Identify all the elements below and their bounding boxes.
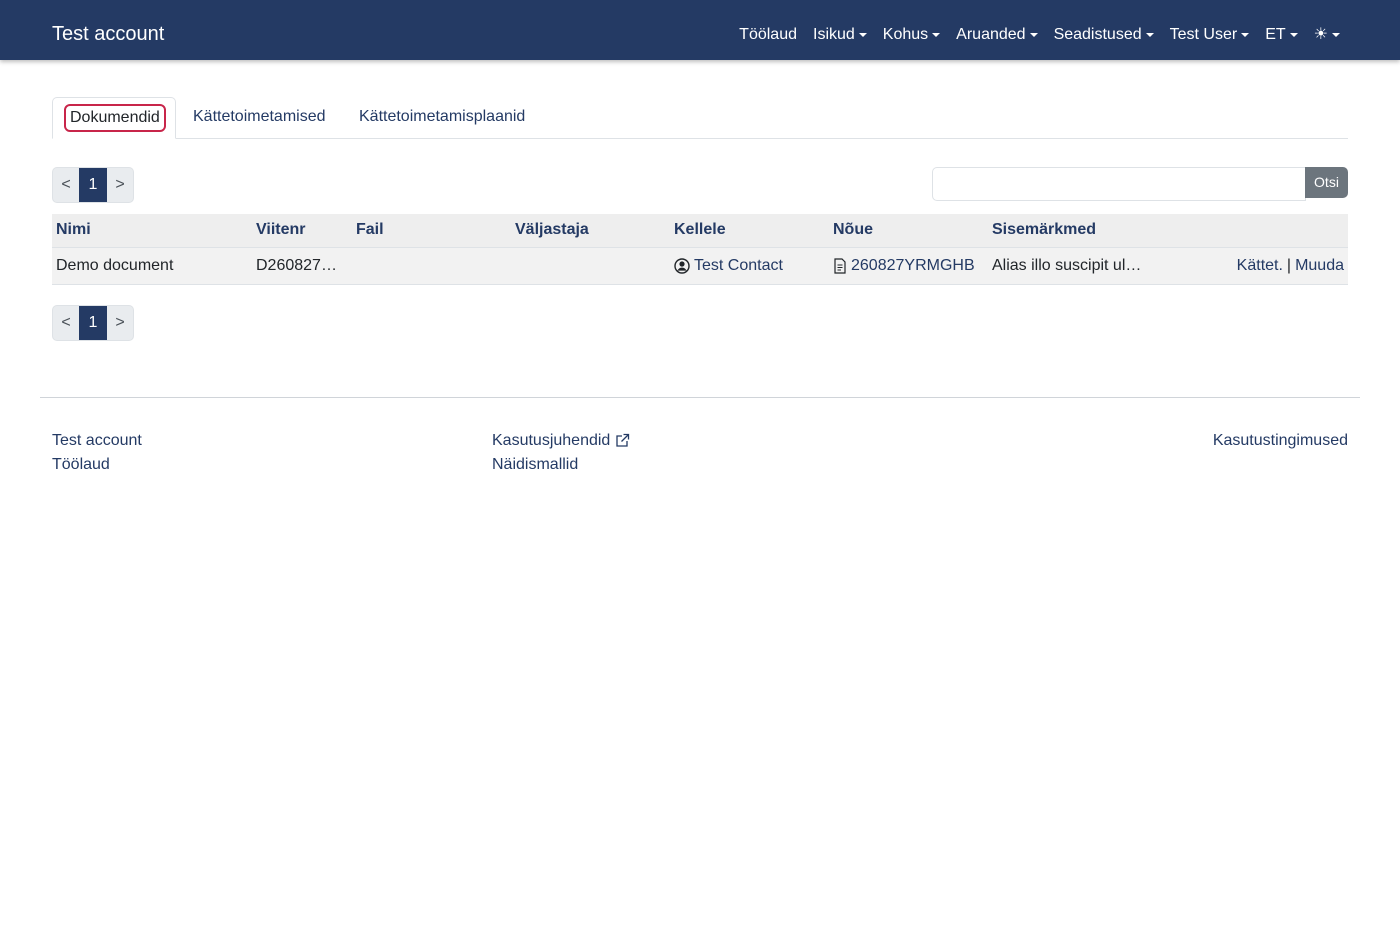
footer-guides-label: Kasutusjuhendid xyxy=(492,432,611,449)
cell-actions: Kättet. | Muuda xyxy=(1237,248,1344,284)
nav-item-label: Isikud xyxy=(813,26,855,43)
column-header-fail[interactable]: Fail xyxy=(356,214,384,246)
cell-nimi: Demo document xyxy=(56,257,174,274)
pagination-next-button[interactable]: > xyxy=(107,168,133,202)
column-header-sisemarkmed[interactable]: Sisemärkmed xyxy=(992,214,1096,246)
caret-down-icon xyxy=(932,33,941,37)
nav-item-label: Seadistused xyxy=(1053,26,1142,43)
table-row: Demo document D260827… Test Contact 2608… xyxy=(52,248,1348,285)
tab-dokumendid[interactable]: Dokumendid xyxy=(52,97,176,139)
tab-label: Dokumendid xyxy=(64,104,166,132)
nav-item-isikud[interactable]: Isikud xyxy=(813,24,867,46)
footer-guides-link[interactable]: Kasutusjuhendid xyxy=(492,431,630,451)
pagination-bottom: < 1 > xyxy=(52,305,134,341)
cell-kellele: Test Contact xyxy=(674,248,783,284)
pagination-page-button[interactable]: 1 xyxy=(79,168,107,202)
nav-item-label: Test User xyxy=(1169,26,1238,43)
documents-table: Nimi Viitenr Fail Väljastaja Kellele Nõu… xyxy=(52,214,1348,285)
column-header-kellele[interactable]: Kellele xyxy=(674,214,726,246)
search-group: Otsi xyxy=(932,167,1348,201)
brand-link[interactable]: Test account xyxy=(52,22,164,46)
sun-icon: ☀ xyxy=(1313,26,1328,43)
nav-menu: Töölaud Isikud Kohus Aruanded Seadistuse… xyxy=(739,24,1340,46)
action-separator: | xyxy=(1286,257,1292,274)
tab-kattetoimetamised[interactable]: Kättetoimetamised xyxy=(193,97,326,139)
pagination-prev-button[interactable]: < xyxy=(53,306,79,340)
external-link-icon xyxy=(614,433,630,449)
edit-link[interactable]: Muuda xyxy=(1295,248,1344,284)
caret-down-icon xyxy=(1289,33,1298,37)
claim-link[interactable]: 260827YRMGHB xyxy=(851,248,975,284)
footer-brand-link[interactable]: Test account xyxy=(52,431,142,451)
pagination-top: < 1 > xyxy=(52,167,134,203)
nav-item-aruanded[interactable]: Aruanded xyxy=(956,24,1038,46)
footer-dashboard-link[interactable]: Töölaud xyxy=(52,455,110,475)
nav-item-label: Töölaud xyxy=(739,26,797,43)
cell-viitenr: D260827… xyxy=(256,257,337,274)
footer-terms-link[interactable]: Kasutustingimused xyxy=(1213,431,1348,451)
nav-item-seadistused[interactable]: Seadistused xyxy=(1054,24,1154,46)
nav-item-user-menu[interactable]: Test User xyxy=(1170,24,1250,46)
contact-link[interactable]: Test Contact xyxy=(694,248,783,284)
cell-noue: 260827YRMGHB xyxy=(833,248,975,284)
tab-kattetoimetamisplaanid[interactable]: Kättetoimetamisplaanid xyxy=(359,97,525,139)
column-header-viitenr[interactable]: Viitenr xyxy=(256,214,306,246)
nav-item-label: Aruanded xyxy=(956,26,1026,43)
nav-item-label: ET xyxy=(1265,26,1286,43)
column-header-nimi[interactable]: Nimi xyxy=(56,214,91,246)
footer-divider xyxy=(40,397,1360,398)
top-navbar: Test account Töölaud Isikud Kohus Aruand… xyxy=(0,0,1400,60)
column-header-noue[interactable]: Nõue xyxy=(833,214,873,246)
cell-sisemarkmed: Alias illo suscipit ul… xyxy=(992,257,1142,274)
nav-item-label: Kohus xyxy=(882,26,929,43)
document-tabs: Dokumendid Kättetoimetamised Kättetoimet… xyxy=(52,97,1348,139)
user-circle-icon xyxy=(674,258,690,274)
nav-item-kohus[interactable]: Kohus xyxy=(882,24,941,46)
footer-templates-link[interactable]: Näidismallid xyxy=(492,455,578,475)
deliver-link[interactable]: Kättet. xyxy=(1237,248,1283,284)
theme-toggle[interactable]: ☀ xyxy=(1314,24,1340,46)
search-input[interactable] xyxy=(932,167,1306,201)
caret-down-icon xyxy=(858,33,867,37)
caret-down-icon xyxy=(1241,33,1250,37)
pagination-prev-button[interactable]: < xyxy=(53,168,79,202)
pagination-page-button[interactable]: 1 xyxy=(79,306,107,340)
table-header: Nimi Viitenr Fail Väljastaja Kellele Nõu… xyxy=(52,214,1348,248)
caret-down-icon xyxy=(1029,33,1038,37)
document-icon xyxy=(833,258,847,274)
column-header-valjastaja[interactable]: Väljastaja xyxy=(515,214,589,246)
caret-down-icon xyxy=(1145,33,1154,37)
nav-item-toolaud[interactable]: Töölaud xyxy=(739,24,797,46)
search-button[interactable]: Otsi xyxy=(1305,167,1348,198)
pagination-next-button[interactable]: > xyxy=(107,306,133,340)
caret-down-icon xyxy=(1332,33,1340,37)
nav-item-language[interactable]: ET xyxy=(1265,24,1298,46)
